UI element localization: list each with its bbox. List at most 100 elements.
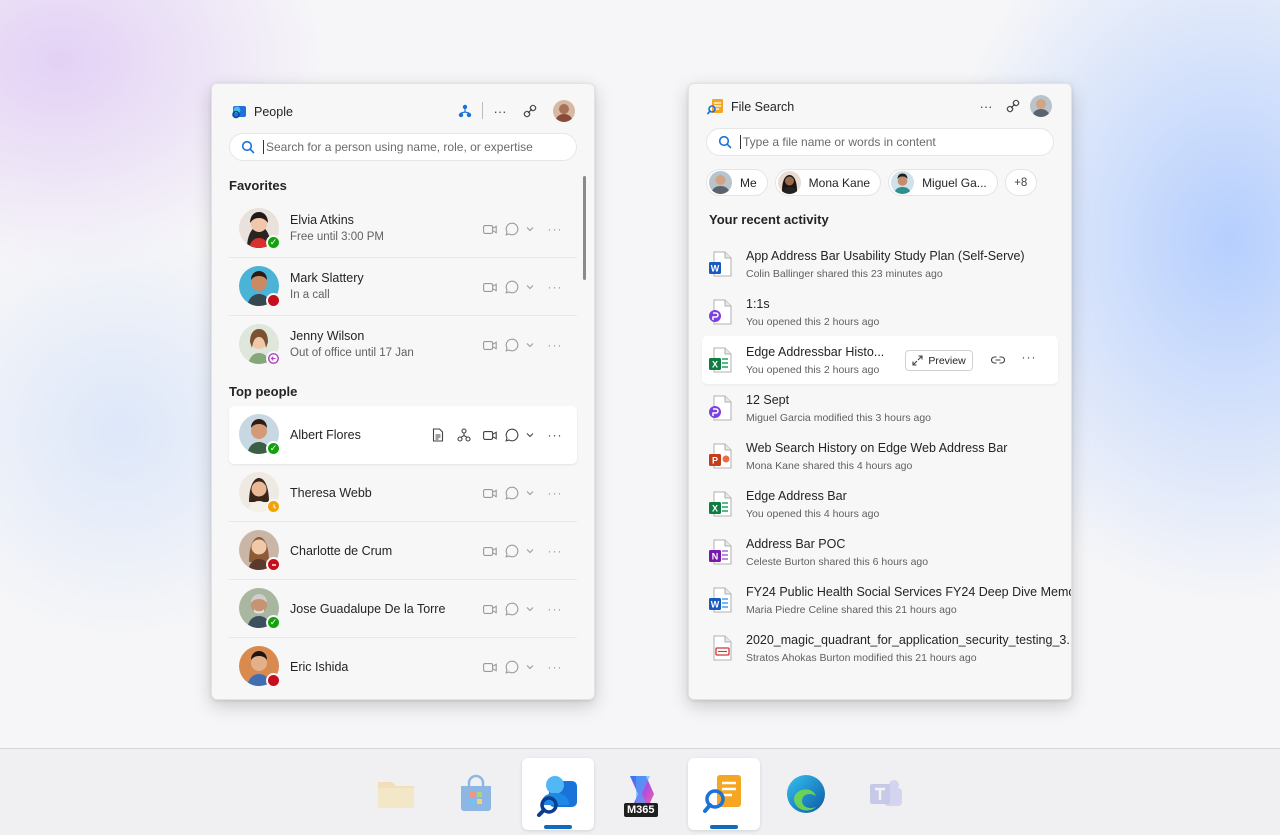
preview-button[interactable]: Preview <box>905 350 973 371</box>
more-options-icon[interactable]: ··· <box>543 542 567 560</box>
file-row[interactable]: W FY24 Public Health Social Services FY2… <box>702 576 1071 624</box>
chevron-down-icon[interactable] <box>523 484 537 502</box>
person-name: Eric Ishida <box>290 660 349 674</box>
video-call-icon[interactable] <box>479 220 501 238</box>
video-call-icon[interactable] <box>479 542 501 560</box>
chat-icon[interactable] <box>501 220 523 238</box>
file-activity: You opened this 4 hours ago <box>746 508 880 520</box>
file-row[interactable]: P Web Search History on Edge Web Address… <box>702 432 1058 480</box>
file-row[interactable]: 2020_magic_quadrant_for_application_secu… <box>702 624 1071 672</box>
row-actions: ··· <box>427 426 567 444</box>
file-search-panel: File Search ··· Me Mona Kane Miguel Ga..… <box>688 83 1072 700</box>
chip-mona-kane[interactable]: Mona Kane <box>774 169 882 196</box>
chat-icon[interactable] <box>501 426 523 444</box>
person-row[interactable]: Mark Slattery In a call ··· <box>229 258 577 316</box>
person-row[interactable]: ✓ Albert Flores ··· <box>229 406 577 464</box>
file-row[interactable]: X Edge Addressbar Histo... You opened th… <box>702 336 1058 384</box>
person-row[interactable]: Charlotte de Crum ··· <box>229 522 577 580</box>
more-options-icon[interactable]: ··· <box>543 426 567 444</box>
file-row[interactable]: 1:1s You opened this 2 hours ago <box>702 288 1058 336</box>
chevron-down-icon[interactable] <box>523 278 537 296</box>
chip-more-people[interactable]: +8 <box>1004 169 1037 196</box>
chat-icon[interactable] <box>501 336 523 354</box>
more-options-icon[interactable]: ··· <box>489 100 511 122</box>
taskbar-teams[interactable] <box>850 758 922 830</box>
chip-me[interactable]: Me <box>706 169 768 196</box>
chevron-down-icon[interactable] <box>523 600 537 618</box>
file-row[interactable]: 12 Sept Miguel Garcia modified this 3 ho… <box>702 384 1058 432</box>
taskbar-m365-copilot[interactable]: M365 <box>604 758 676 830</box>
chevron-down-icon[interactable] <box>523 542 537 560</box>
person-row[interactable]: Theresa Webb ··· <box>229 464 577 522</box>
video-call-icon[interactable] <box>479 484 501 502</box>
taskbar-people[interactable] <box>522 758 594 830</box>
share-link-icon[interactable] <box>519 100 541 122</box>
video-call-icon[interactable] <box>479 426 501 444</box>
more-options-icon[interactable]: ··· <box>543 220 567 238</box>
chat-icon[interactable] <box>501 278 523 296</box>
share-link-icon[interactable] <box>1002 95 1024 117</box>
person-row[interactable]: ✓ Elvia Atkins Free until 3:00 PM ··· <box>229 200 577 258</box>
taskbar-file-search[interactable] <box>688 758 760 830</box>
document-icon[interactable] <box>427 426 449 444</box>
file-row[interactable]: W App Address Bar Usability Study Plan (… <box>702 240 1058 288</box>
video-call-icon[interactable] <box>479 600 501 618</box>
file-row[interactable]: N Address Bar POC Celeste Burton shared … <box>702 528 1058 576</box>
chat-icon[interactable] <box>501 600 523 618</box>
people-search-box[interactable] <box>229 133 577 161</box>
org-chart-icon[interactable] <box>453 426 475 444</box>
text-caret <box>263 140 264 154</box>
chevron-down-icon[interactable] <box>523 220 537 238</box>
chevron-down-icon[interactable] <box>523 336 537 354</box>
person-name: Albert Flores <box>290 428 361 442</box>
video-call-icon[interactable] <box>479 278 501 296</box>
person-row[interactable]: Eric Ishida ··· <box>229 638 577 696</box>
file-activity: Mona Kane shared this 4 hours ago <box>746 460 913 472</box>
file-search-title: File Search <box>731 100 795 114</box>
taskbar-store[interactable] <box>440 758 512 830</box>
presence-busy-icon <box>266 673 281 688</box>
file-name: 2020_magic_quadrant_for_application_secu… <box>746 633 1072 647</box>
chat-icon[interactable] <box>501 658 523 676</box>
avatar: ✓ <box>239 208 281 250</box>
presence-available-icon: ✓ <box>266 235 281 250</box>
file-row[interactable]: X Edge Address Bar You opened this 4 hou… <box>702 480 1058 528</box>
presence-available-icon: ✓ <box>266 441 281 456</box>
more-options-icon[interactable]: ··· <box>543 658 567 676</box>
row-actions: ··· <box>479 658 567 676</box>
row-actions: ··· <box>479 336 567 354</box>
video-call-icon[interactable] <box>479 336 501 354</box>
taskbar-edge[interactable] <box>770 758 842 830</box>
more-options-icon[interactable]: ··· <box>543 484 567 502</box>
person-row[interactable]: ✓ Jose Guadalupe De la Torre ··· <box>229 580 577 638</box>
file-name: 12 Sept <box>746 393 790 407</box>
chat-icon[interactable] <box>501 484 523 502</box>
org-chart-icon[interactable] <box>454 100 476 122</box>
more-options-icon[interactable]: ··· <box>1018 350 1040 368</box>
copy-link-icon[interactable] <box>988 351 1008 369</box>
file-activity: You opened this 2 hours ago <box>746 316 880 328</box>
people-search-input[interactable] <box>266 140 576 154</box>
more-options-icon[interactable]: ··· <box>543 600 567 618</box>
scrollbar[interactable] <box>583 176 586 280</box>
chevron-down-icon[interactable] <box>523 658 537 676</box>
more-options-icon[interactable]: ··· <box>543 336 567 354</box>
avatar: ✓ <box>239 414 281 456</box>
expand-icon <box>912 355 923 366</box>
file-name: Edge Address Bar <box>746 489 847 503</box>
more-options-icon[interactable]: ··· <box>543 278 567 296</box>
person-row[interactable]: Jenny Wilson Out of office until 17 Jan … <box>229 316 577 374</box>
row-actions: ··· <box>479 278 567 296</box>
file-search-input[interactable] <box>743 135 1053 149</box>
svg-text:X: X <box>712 504 718 514</box>
more-options-icon[interactable]: ··· <box>975 95 997 117</box>
chat-icon[interactable] <box>501 542 523 560</box>
file-search-app-icon <box>703 775 741 813</box>
chip-miguel-garcia[interactable]: Miguel Ga... <box>888 169 998 196</box>
chevron-down-icon[interactable] <box>523 426 537 444</box>
user-avatar[interactable] <box>1030 95 1052 117</box>
taskbar-file-explorer[interactable] <box>360 758 432 830</box>
file-search-box[interactable] <box>706 128 1054 156</box>
user-avatar[interactable] <box>553 100 575 122</box>
video-call-icon[interactable] <box>479 658 501 676</box>
